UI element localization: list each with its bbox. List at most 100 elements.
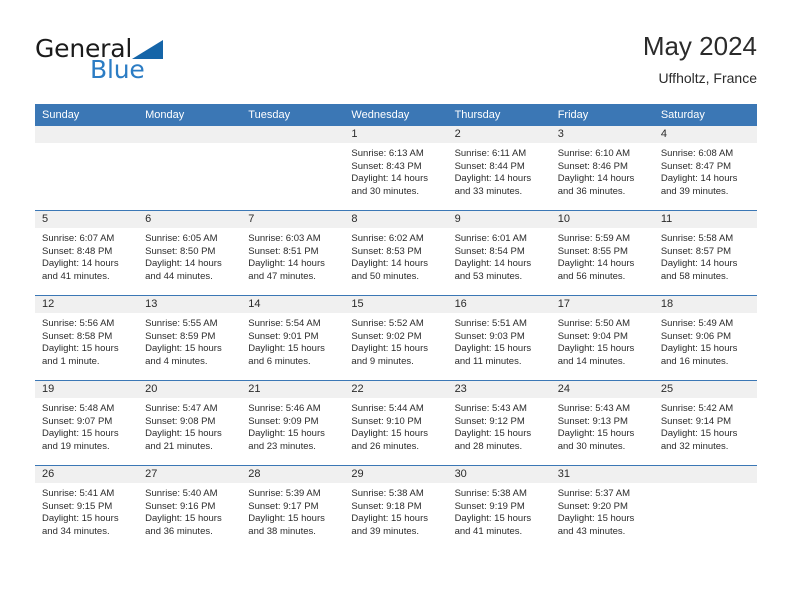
daylight-duration-line1: Daylight: 15 hours: [454, 343, 532, 355]
daylight-duration-line1: Daylight: 15 hours: [557, 428, 635, 440]
day-sun-info: Sunrise: 5:38 AM Sunset: 9:18 PM Daylight:…: [344, 483, 447, 538]
day-number: 20: [138, 381, 242, 398]
weekday-header-row: Sunday Monday Tuesday Wednesday Thursday…: [35, 104, 757, 126]
calendar-day-cell[interactable]: 1 Sunrise: 6:13 AM Sunset: 8:43 PM Daylight…: [344, 126, 448, 211]
weekday-header-wednesday: Wednesday: [344, 104, 448, 126]
daylight-duration-line1: Daylight: 15 hours: [145, 428, 222, 440]
calendar-day-cell[interactable]: 19 Sunrise: 5:48 AM Sunset: 9:07 PM Dayligh…: [35, 380, 139, 466]
weekday-header-monday: Monday: [138, 104, 242, 126]
daylight-duration-line2: and 36 minutes.: [145, 525, 213, 537]
calendar-day-cell[interactable]: 3 Sunrise: 6:10 AM Sunset: 8:46 PM Daylight…: [550, 126, 654, 211]
sunrise-time: Sunrise: 5:58 AM: [660, 233, 734, 244]
daylight-duration-line2: and 47 minutes.: [248, 270, 316, 282]
daylight-duration-line2: and 43 minutes.: [557, 525, 626, 537]
calendar-day-cell[interactable]: 30 Sunrise: 5:38 AM Sunset: 9:19 PM Dayligh…: [447, 465, 551, 550]
sunrise-time: Sunrise: 5:38 AM: [454, 488, 527, 499]
daylight-duration-line1: Daylight: 14 hours: [557, 258, 635, 270]
calendar-week-row: 1 Sunrise: 6:13 AM Sunset: 8:43 PM Daylight…: [35, 126, 757, 211]
general-blue-logo[interactable]: General Blue: [35, 34, 265, 92]
sunrise-time: Sunrise: 5:42 AM: [660, 403, 734, 414]
sunset-time: Sunset: 8:51 PM: [248, 245, 319, 257]
day-sun-info: Sunrise: 5:49 AM Sunset: 9:06 PM Daylight:…: [654, 313, 757, 368]
calendar-day-cell[interactable]: 18 Sunrise: 5:49 AM Sunset: 9:06 PM Dayligh…: [653, 295, 757, 381]
calendar-day-cell[interactable]: 16 Sunrise: 5:51 AM Sunset: 9:03 PM Dayligh…: [447, 295, 551, 381]
sunset-time: Sunset: 9:16 PM: [145, 500, 216, 512]
daylight-duration-line2: and 21 minutes.: [145, 440, 213, 452]
title-block: May 2024 Uffholtz, France: [643, 30, 757, 88]
calendar-week-row: 19 Sunrise: 5:48 AM Sunset: 9:07 PM Dayligh…: [35, 380, 757, 466]
daylight-duration-line2: and 11 minutes.: [454, 355, 522, 367]
calendar-day-cell[interactable]: 25 Sunrise: 5:42 AM Sunset: 9:14 PM Dayligh…: [653, 380, 757, 466]
day-number: 9: [447, 211, 551, 228]
sunrise-time: Sunrise: 6:08 AM: [660, 148, 734, 159]
day-sun-info: Sunrise: 6:03 AM Sunset: 8:51 PM Daylight:…: [241, 228, 344, 283]
sunset-time: Sunset: 9:07 PM: [42, 415, 113, 427]
calendar-day-cell[interactable]: 6 Sunrise: 6:05 AM Sunset: 8:50 PM Daylight…: [138, 210, 242, 296]
sunset-time: Sunset: 9:18 PM: [351, 500, 422, 512]
daylight-duration-line2: and 30 minutes.: [557, 440, 626, 452]
calendar-day-cell[interactable]: 7 Sunrise: 6:03 AM Sunset: 8:51 PM Daylight…: [241, 210, 345, 296]
calendar-day-cell[interactable]: 10 Sunrise: 5:59 AM Sunset: 8:55 PM Dayligh…: [550, 210, 654, 296]
day-sun-info: Sunrise: 6:01 AM Sunset: 8:54 PM Daylight:…: [448, 228, 551, 283]
day-sun-info: Sunrise: 5:37 AM Sunset: 9:20 PM Daylight:…: [551, 483, 654, 538]
daylight-duration-line1: Daylight: 15 hours: [454, 513, 532, 525]
daylight-duration-line2: and 6 minutes.: [248, 355, 311, 367]
calendar-day-cell[interactable]: 26 Sunrise: 5:41 AM Sunset: 9:15 PM Dayligh…: [35, 465, 139, 550]
sunrise-time: Sunrise: 6:11 AM: [454, 148, 527, 159]
daylight-duration-line1: Daylight: 15 hours: [248, 513, 325, 525]
day-number: 2: [447, 126, 551, 143]
daylight-duration-line1: Daylight: 14 hours: [145, 258, 222, 270]
day-sun-info: Sunrise: 5:43 AM Sunset: 9:12 PM Daylight:…: [448, 398, 551, 453]
calendar-day-cell[interactable]: 4 Sunrise: 6:08 AM Sunset: 8:47 PM Daylight…: [653, 126, 757, 211]
sunset-time: Sunset: 8:44 PM: [454, 160, 525, 172]
day-sun-info: Sunrise: 5:54 AM Sunset: 9:01 PM Daylight:…: [241, 313, 344, 368]
weekday-header-tuesday: Tuesday: [241, 104, 345, 126]
calendar-day-cell[interactable]: 11 Sunrise: 5:58 AM Sunset: 8:57 PM Dayligh…: [653, 210, 757, 296]
calendar-week-row: 26 Sunrise: 5:41 AM Sunset: 9:15 PM Dayligh…: [35, 465, 757, 550]
daylight-duration-line1: Daylight: 15 hours: [145, 513, 222, 525]
calendar-day-cell[interactable]: 23 Sunrise: 5:43 AM Sunset: 9:12 PM Dayligh…: [447, 380, 551, 466]
calendar-day-cell[interactable]: 5 Sunrise: 6:07 AM Sunset: 8:48 PM Daylight…: [35, 210, 139, 296]
daylight-duration-line2: and 32 minutes.: [660, 440, 729, 452]
calendar-day-cell[interactable]: 12 Sunrise: 5:56 AM Sunset: 8:58 PM Dayligh…: [35, 295, 139, 381]
daylight-duration-line2: and 19 minutes.: [42, 440, 110, 452]
calendar-day-cell[interactable]: 15 Sunrise: 5:52 AM Sunset: 9:02 PM Dayligh…: [344, 295, 448, 381]
calendar-day-cell[interactable]: 17 Sunrise: 5:50 AM Sunset: 9:04 PM Dayligh…: [550, 295, 654, 381]
daylight-duration-line2: and 50 minutes.: [351, 270, 420, 282]
calendar-day-cell-empty: [241, 126, 345, 211]
day-sun-info: Sunrise: 5:39 AM Sunset: 9:17 PM Daylight:…: [241, 483, 344, 538]
sunrise-time: Sunrise: 5:38 AM: [351, 488, 424, 499]
sunrise-time: Sunrise: 5:47 AM: [145, 403, 218, 414]
calendar-day-cell-empty: [35, 126, 139, 211]
calendar-day-cell[interactable]: 14 Sunrise: 5:54 AM Sunset: 9:01 PM Dayligh…: [241, 295, 345, 381]
calendar-day-cell[interactable]: 24 Sunrise: 5:43 AM Sunset: 9:13 PM Dayligh…: [550, 380, 654, 466]
calendar-day-cell[interactable]: 31 Sunrise: 5:37 AM Sunset: 9:20 PM Dayligh…: [550, 465, 654, 550]
day-sun-info: Sunrise: 6:05 AM Sunset: 8:50 PM Daylight:…: [138, 228, 241, 283]
sunset-time: Sunset: 9:17 PM: [248, 500, 319, 512]
calendar-day-cell[interactable]: 8 Sunrise: 6:02 AM Sunset: 8:53 PM Daylight…: [344, 210, 448, 296]
daylight-duration-line1: Daylight: 15 hours: [42, 513, 119, 525]
calendar-day-cell[interactable]: 2 Sunrise: 6:11 AM Sunset: 8:44 PM Daylight…: [447, 126, 551, 211]
day-sun-info: Sunrise: 5:41 AM Sunset: 9:15 PM Daylight:…: [35, 483, 138, 538]
calendar-day-cell[interactable]: 9 Sunrise: 6:01 AM Sunset: 8:54 PM Daylight…: [447, 210, 551, 296]
weekday-header-thursday: Thursday: [447, 104, 551, 126]
sunrise-time: Sunrise: 6:01 AM: [454, 233, 527, 244]
calendar-day-cell[interactable]: 27 Sunrise: 5:40 AM Sunset: 9:16 PM Dayligh…: [138, 465, 242, 550]
calendar-day-cell[interactable]: 29 Sunrise: 5:38 AM Sunset: 9:18 PM Dayligh…: [344, 465, 448, 550]
calendar-day-cell[interactable]: 28 Sunrise: 5:39 AM Sunset: 9:17 PM Dayligh…: [241, 465, 345, 550]
daylight-duration-line2: and 4 minutes.: [145, 355, 208, 367]
sunrise-time: Sunrise: 5:41 AM: [42, 488, 115, 499]
daylight-duration-line1: Daylight: 15 hours: [660, 428, 738, 440]
sunset-time: Sunset: 9:14 PM: [660, 415, 732, 427]
day-number: 30: [447, 466, 551, 483]
calendar-day-cell[interactable]: 13 Sunrise: 5:55 AM Sunset: 8:59 PM Dayligh…: [138, 295, 242, 381]
calendar-day-cell[interactable]: 21 Sunrise: 5:46 AM Sunset: 9:09 PM Dayligh…: [241, 380, 345, 466]
day-sun-info: Sunrise: 6:13 AM Sunset: 8:43 PM Daylight:…: [344, 143, 447, 198]
calendar-day-cell[interactable]: 22 Sunrise: 5:44 AM Sunset: 9:10 PM Dayligh…: [344, 380, 448, 466]
sunset-time: Sunset: 9:09 PM: [248, 415, 319, 427]
sunset-time: Sunset: 9:19 PM: [454, 500, 525, 512]
calendar-day-cell[interactable]: 20 Sunrise: 5:47 AM Sunset: 9:08 PM Dayligh…: [138, 380, 242, 466]
sunrise-time: Sunrise: 5:50 AM: [557, 318, 631, 329]
sunrise-time: Sunrise: 5:37 AM: [557, 488, 631, 499]
calendar-grid: Sunday Monday Tuesday Wednesday Thursday…: [35, 104, 757, 550]
